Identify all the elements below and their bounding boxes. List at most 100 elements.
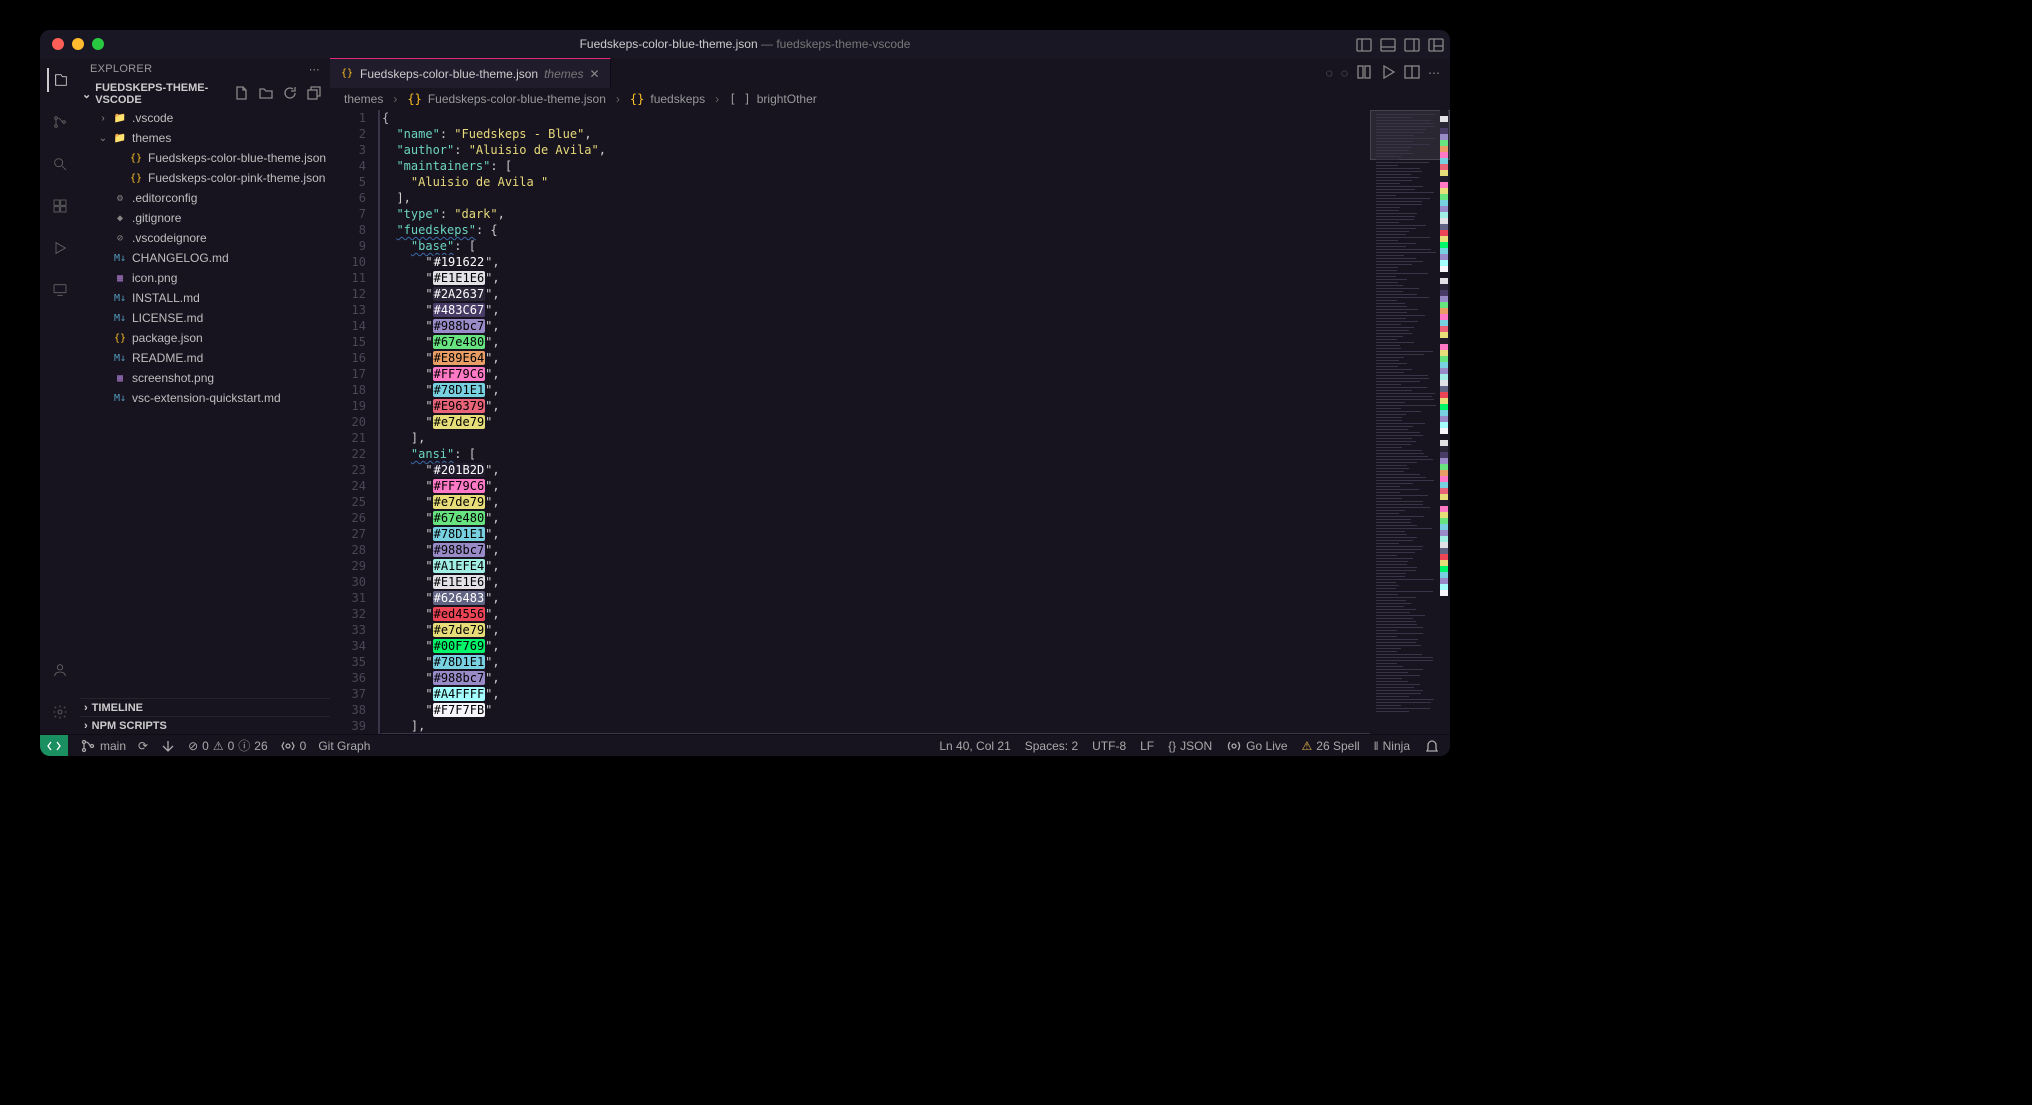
split-editor-icon[interactable] <box>1404 64 1420 83</box>
sidebar-title: EXPLORER <box>90 63 152 75</box>
chevron-down-icon: ⌄ <box>82 88 91 101</box>
tree-item[interactable]: M↓INSTALL.md <box>80 288 330 308</box>
sidebar: EXPLORER ⋯ ⌄ FUEDSKEPS-THEME-VSCODE ›📁.v… <box>80 58 330 734</box>
tab-bar: {} Fuedskeps-color-blue-theme.json theme… <box>330 58 1450 88</box>
code-content[interactable]: { "name": "Fuedskeps - Blue", "author": … <box>378 110 1370 734</box>
encoding[interactable]: UTF-8 <box>1092 739 1126 753</box>
tree-item[interactable]: ›📁.vscode <box>80 108 330 128</box>
titlebar: Fuedskeps-color-blue-theme.json — fuedsk… <box>40 30 1450 58</box>
vscode-window: Fuedskeps-color-blue-theme.json — fuedsk… <box>40 30 1450 756</box>
go-back-icon[interactable]: ◌ <box>1326 66 1333 80</box>
json-icon: {} <box>407 92 421 106</box>
tree-item[interactable]: {}package.json <box>80 328 330 348</box>
toggle-panel-bottom-icon[interactable] <box>1380 37 1394 51</box>
npm-scripts-section[interactable]: ›NPM SCRIPTS <box>80 716 330 734</box>
tree-item[interactable]: {}Fuedskeps-color-pink-theme.json <box>80 168 330 188</box>
root-folder-name: FUEDSKEPS-THEME-VSCODE <box>95 82 232 106</box>
breadcrumb-segment[interactable]: brightOther <box>757 92 817 106</box>
minimap[interactable] <box>1370 110 1450 734</box>
breadcrumb-segment[interactable]: themes <box>344 92 383 106</box>
language-mode[interactable]: {} JSON <box>1168 739 1212 753</box>
run-debug-icon[interactable] <box>48 236 72 260</box>
title-file: Fuedskeps-color-blue-theme.json <box>580 37 758 51</box>
new-folder-icon[interactable] <box>258 85 274 104</box>
tree-item[interactable]: M↓vsc-extension-quickstart.md <box>80 388 330 408</box>
traffic-lights <box>40 38 104 50</box>
extensions-icon[interactable] <box>48 194 72 218</box>
tab-close-icon[interactable]: ✕ <box>589 67 599 81</box>
close-window-button[interactable] <box>52 38 64 50</box>
toggle-panel-left-icon[interactable] <box>1356 37 1370 51</box>
tree-item[interactable]: ⌄📁themes <box>80 128 330 148</box>
branch-name: main <box>100 739 126 753</box>
eol[interactable]: LF <box>1140 739 1154 753</box>
refresh-icon[interactable] <box>282 85 298 104</box>
file-tree: ›📁.vscode⌄📁themes {}Fuedskeps-color-blue… <box>80 108 330 408</box>
compare-icon[interactable] <box>1356 64 1372 83</box>
explorer-root[interactable]: ⌄ FUEDSKEPS-THEME-VSCODE <box>80 80 234 108</box>
cursor-position[interactable]: Ln 40, Col 21 <box>939 739 1010 753</box>
timeline-label: TIMELINE <box>92 702 143 714</box>
sidebar-sections: ›TIMELINE ›NPM SCRIPTS <box>80 698 330 734</box>
go-live-button[interactable]: Go Live <box>1226 738 1287 754</box>
json-icon: {} <box>340 68 354 79</box>
sidebar-header: EXPLORER ⋯ <box>80 58 330 80</box>
accounts-icon[interactable] <box>48 658 72 682</box>
remote-explorer-icon[interactable] <box>48 278 72 302</box>
json-icon: {} <box>630 92 644 106</box>
activity-bar <box>40 58 80 734</box>
toggle-panel-right-icon[interactable] <box>1404 37 1418 51</box>
collapse-all-icon[interactable] <box>306 85 322 104</box>
remote-indicator[interactable] <box>40 735 68 757</box>
tree-item[interactable]: M↓LICENSE.md <box>80 308 330 328</box>
editor-view[interactable]: 1234567891011121314151617181920212223242… <box>330 110 1450 734</box>
tree-item[interactable]: ▦screenshot.png <box>80 368 330 388</box>
ports[interactable]: 0 <box>280 738 307 754</box>
tree-item[interactable]: ◆.gitignore <box>80 208 330 228</box>
line-numbers: 1234567891011121314151617181920212223242… <box>330 110 380 734</box>
customize-layout-icon[interactable] <box>1428 37 1442 51</box>
breadcrumb-segment[interactable]: Fuedskeps-color-blue-theme.json <box>428 92 606 106</box>
search-icon[interactable] <box>48 152 72 176</box>
go-forward-icon[interactable]: ◌ <box>1341 66 1348 80</box>
indentation[interactable]: Spaces: 2 <box>1025 739 1078 753</box>
git-branch[interactable]: main <box>80 738 126 754</box>
source-control-icon[interactable] <box>48 110 72 134</box>
problems-counter[interactable]: ⊘ 0 ⚠ 0 ⓘ 26 <box>188 737 268 754</box>
array-icon: [ ] <box>729 92 751 106</box>
git-stash[interactable] <box>160 738 176 754</box>
status-bar: main ⟳ ⊘ 0 ⚠ 0 ⓘ 26 0 Git Graph Ln 40, C… <box>40 734 1450 756</box>
tree-item[interactable]: ▦icon.png <box>80 268 330 288</box>
run-icon[interactable] <box>1380 64 1396 83</box>
editor-actions: ◌ ◌ ⋯ <box>1326 58 1450 88</box>
more-actions-icon[interactable]: ⋯ <box>1428 66 1440 80</box>
tab-active[interactable]: {} Fuedskeps-color-blue-theme.json theme… <box>330 58 611 88</box>
tree-item[interactable]: ⊘.vscodeignore <box>80 228 330 248</box>
maximize-window-button[interactable] <box>92 38 104 50</box>
breadcrumb[interactable]: themes {} Fuedskeps-color-blue-theme.jso… <box>330 88 1450 110</box>
minimize-window-button[interactable] <box>72 38 84 50</box>
tab-dirname: themes <box>544 67 583 81</box>
tree-item[interactable]: M↓README.md <box>80 348 330 368</box>
breadcrumb-segment[interactable]: fuedskeps <box>650 92 705 106</box>
tree-item[interactable]: {}Fuedskeps-color-blue-theme.json <box>80 148 330 168</box>
minimap-overview-ruler <box>1440 110 1448 596</box>
notifications-icon[interactable] <box>1424 738 1440 754</box>
explorer-icon[interactable] <box>47 68 71 92</box>
editor-group: {} Fuedskeps-color-blue-theme.json theme… <box>330 58 1450 734</box>
title-project: fuedskeps-theme-vscode <box>776 37 910 51</box>
tab-filename: Fuedskeps-color-blue-theme.json <box>360 67 538 81</box>
layout-controls <box>1356 37 1442 51</box>
new-file-icon[interactable] <box>234 85 250 104</box>
timeline-section[interactable]: ›TIMELINE <box>80 698 330 716</box>
explorer-more-icon[interactable]: ⋯ <box>309 63 320 76</box>
explorer-toolbar <box>234 85 322 104</box>
git-graph-button[interactable]: Git Graph <box>318 739 370 753</box>
tree-item[interactable]: ⚙.editorconfig <box>80 188 330 208</box>
sync-button[interactable]: ⟳ <box>138 739 148 753</box>
tree-item[interactable]: M↓CHANGELOG.md <box>80 248 330 268</box>
settings-gear-icon[interactable] <box>48 700 72 724</box>
ninja-status[interactable]: ‖ Ninja <box>1374 739 1410 753</box>
spell-check[interactable]: ⚠ 26 Spell <box>1302 739 1360 753</box>
window-title: Fuedskeps-color-blue-theme.json — fuedsk… <box>580 37 911 51</box>
